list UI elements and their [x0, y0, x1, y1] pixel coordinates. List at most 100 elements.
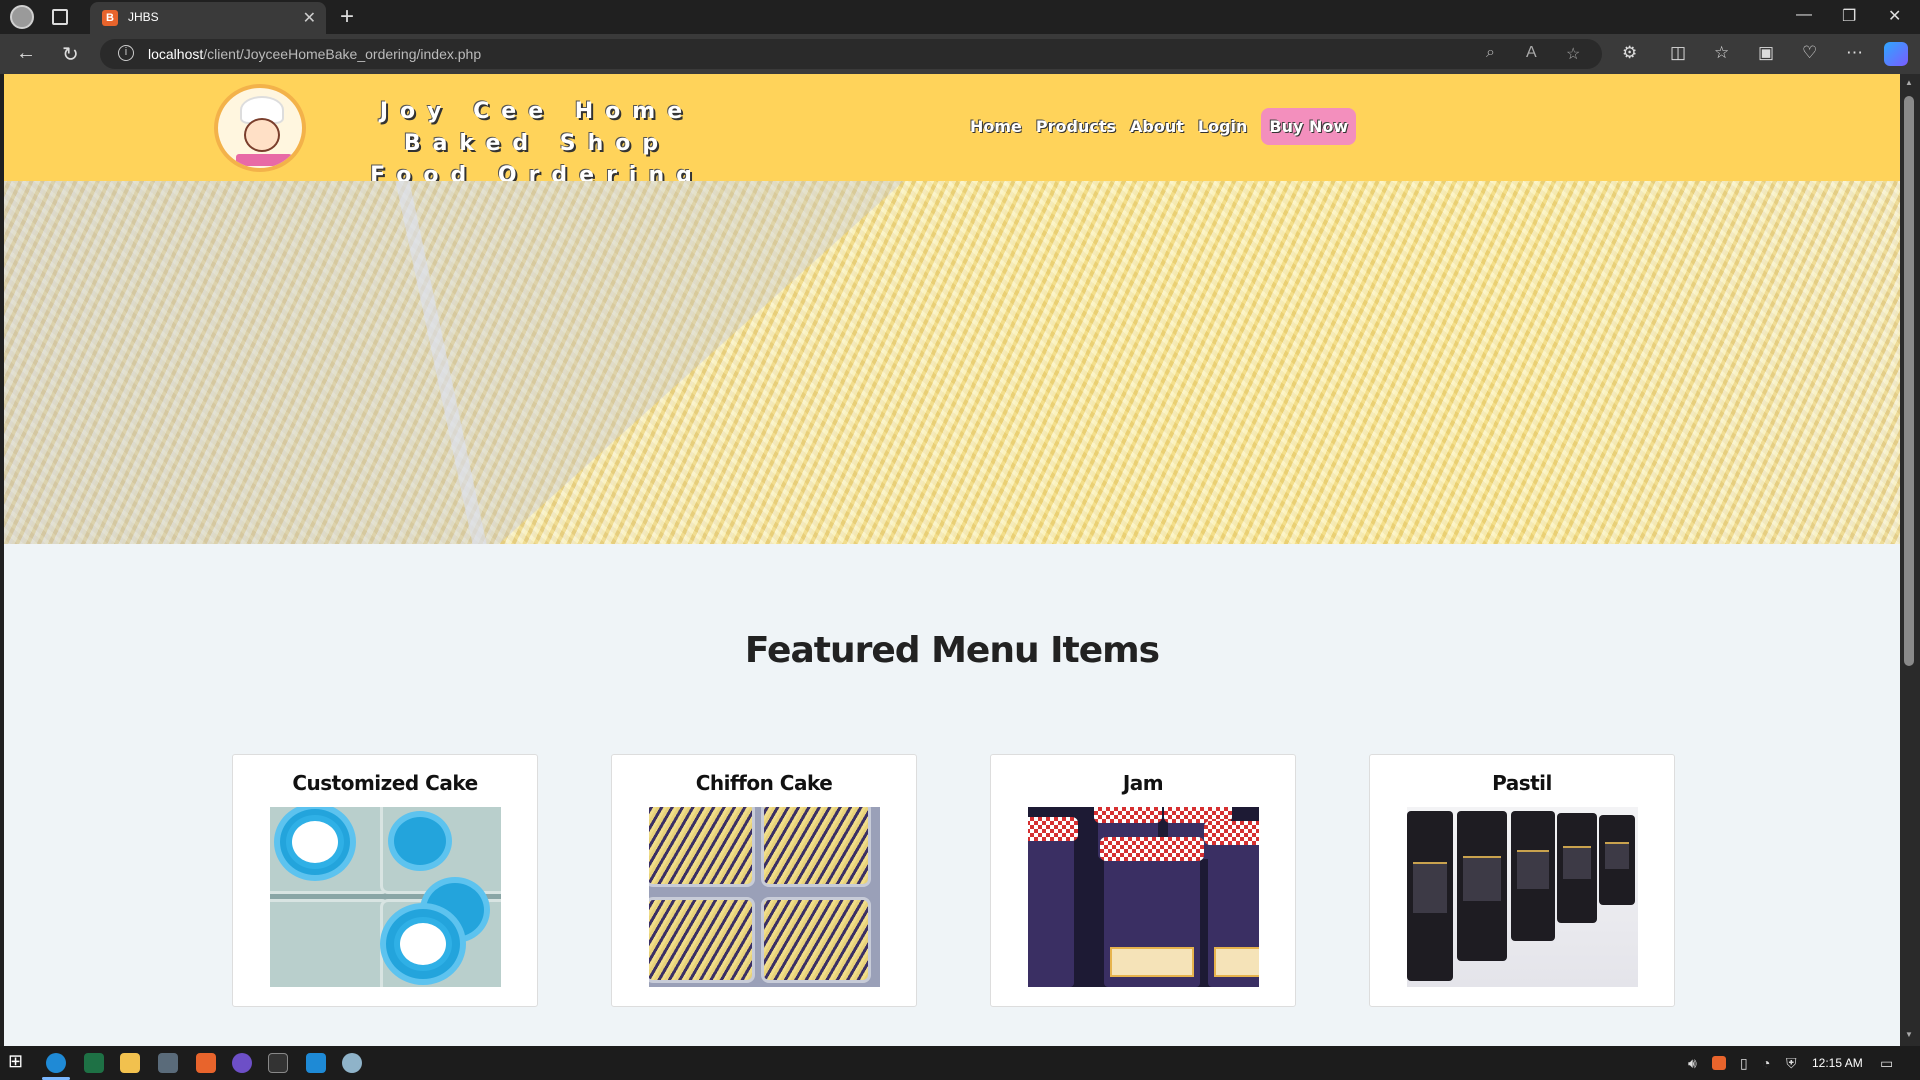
chiffon-portion-shape	[761, 807, 871, 887]
jam-image[interactable]	[1028, 807, 1259, 987]
collections-icon[interactable]: ▣	[1758, 43, 1774, 63]
browser-essentials-icon[interactable]: ♡	[1802, 43, 1817, 63]
site-header: Joy Cee Home Baked Shop Food Ordering Ho…	[4, 74, 1900, 188]
pastil-label-shape	[1413, 862, 1447, 913]
zoom-icon[interactable]: ⌕	[1486, 44, 1495, 62]
site-title: Joy Cee Home Baked Shop Food Ordering	[322, 96, 752, 192]
tab-actions-icon[interactable]	[52, 9, 68, 25]
scroll-down-icon[interactable]: ▼	[1905, 1030, 1913, 1039]
chef-face-icon	[244, 118, 280, 152]
page-viewport: Joy Cee Home Baked Shop Food Ordering Ho…	[4, 74, 1900, 1046]
window-close-icon[interactable]: ✕	[1888, 6, 1901, 26]
nav-about[interactable]: About	[1130, 117, 1184, 136]
pastil-label-shape	[1517, 850, 1549, 889]
hero-banner-image	[4, 181, 1900, 544]
menu-item-card[interactable]: Jam	[990, 754, 1296, 1007]
jar-lid-shape	[1028, 817, 1078, 841]
vscode-app-icon[interactable]	[306, 1053, 326, 1073]
pastil-jar-shape	[1599, 815, 1635, 905]
read-aloud-icon[interactable]: A	[1526, 44, 1537, 62]
chiffon-portion-shape	[649, 807, 755, 887]
new-tab-icon[interactable]: +	[340, 3, 354, 31]
file-explorer-icon[interactable]	[120, 1053, 140, 1073]
scrollbar-thumb[interactable]	[1904, 96, 1914, 666]
xampp-tray-icon[interactable]	[1712, 1056, 1726, 1070]
jam-jar-shape	[1204, 821, 1259, 987]
chiffon-portion-shape	[649, 897, 755, 983]
site-info-icon[interactable]: i	[118, 45, 134, 61]
url-path: /client/JoyceeHomeBake_ordering/index.ph…	[203, 46, 482, 62]
scroll-up-icon[interactable]: ▲	[1905, 78, 1913, 87]
featured-heading: Featured Menu Items	[744, 630, 1160, 671]
jar-label-shape	[1110, 947, 1194, 977]
minimize-icon[interactable]: —	[1796, 6, 1812, 24]
refresh-icon[interactable]: ↻	[62, 42, 79, 67]
pastil-label-shape	[1563, 846, 1591, 879]
tab-favicon-icon: B	[102, 10, 118, 26]
url-host: localhost	[148, 46, 204, 62]
pastil-jar-shape	[1511, 811, 1555, 941]
tab-title: JHBS	[128, 10, 159, 24]
menu-item-card[interactable]: Customized Cake	[232, 754, 538, 1007]
main-nav: Home Products About Login Buy Now	[970, 106, 1357, 146]
url-text: localhost/client/JoyceeHomeBake_ordering…	[148, 46, 481, 62]
chiffon-portion-shape	[761, 897, 871, 983]
customized-cake-image[interactable]	[270, 807, 501, 987]
jam-jar-shape	[1028, 817, 1078, 987]
cupcake-shape	[388, 811, 452, 871]
nav-home[interactable]: Home	[970, 117, 1022, 136]
pastil-jar-shape	[1457, 811, 1507, 961]
excel-app-icon[interactable]	[84, 1053, 104, 1073]
browser-toolbar: ← ↻ i localhost/client/JoyceeHomeBake_or…	[0, 34, 1920, 74]
favorite-star-icon[interactable]: ☆	[1566, 44, 1580, 64]
volume-icon[interactable]: 🔊︎	[1688, 1055, 1697, 1072]
logo-ribbon	[236, 154, 292, 166]
extensions-icon[interactable]: ⚙	[1622, 43, 1637, 63]
taskbar-clock[interactable]: 12:15 AM	[1812, 1056, 1863, 1070]
notification-icon[interactable]: ▭	[1880, 1055, 1893, 1072]
back-icon[interactable]: ←	[16, 42, 36, 65]
profile-avatar[interactable]	[10, 5, 34, 29]
tab-close-icon[interactable]: ✕	[303, 8, 316, 28]
app-icon[interactable]	[232, 1053, 252, 1073]
security-icon[interactable]: ⛨	[1786, 1055, 1797, 1072]
menu-item-title: Chiffon Cake	[695, 771, 833, 795]
cake-topper-shape	[286, 815, 344, 869]
cake-box-shape	[270, 899, 390, 987]
menu-item-title: Pastil	[1492, 771, 1552, 795]
hero-container-shape	[4, 181, 904, 544]
windows-start-icon[interactable]: ⊞	[8, 1051, 28, 1071]
nav-products[interactable]: Products	[1036, 117, 1116, 136]
more-menu-icon[interactable]: ⋯	[1846, 43, 1863, 63]
pastil-label-shape	[1605, 842, 1629, 869]
menu-item-card[interactable]: Pastil	[1369, 754, 1675, 1007]
jar-lid-shape	[1100, 837, 1204, 861]
site-title-line1: Joy Cee Home Baked Shop	[379, 99, 695, 156]
browser-tab-bar: B JHBS ✕ + — ❐ ✕	[0, 0, 1920, 34]
app-icon[interactable]	[342, 1053, 362, 1073]
restore-icon[interactable]: ❐	[1842, 6, 1856, 26]
xampp-app-icon[interactable]	[196, 1053, 216, 1073]
menu-item-title: Customized Cake	[292, 771, 478, 795]
menu-item-card[interactable]: Chiffon Cake	[611, 754, 917, 1007]
pastil-jar-shape	[1407, 811, 1453, 981]
copilot-icon[interactable]	[1884, 42, 1908, 66]
os-taskbar: ⊞ 🔊︎ ▯ ◔ ⛨ 12:15 AM ▭	[0, 1046, 1920, 1080]
network-icon[interactable]: ◔	[1762, 1055, 1770, 1071]
pastil-label-shape	[1463, 856, 1501, 901]
terminal-app-icon[interactable]	[268, 1053, 288, 1073]
nav-login[interactable]: Login	[1198, 117, 1248, 136]
pastil-image[interactable]	[1407, 807, 1638, 987]
pastil-jar-shape	[1557, 813, 1597, 923]
address-bar[interactable]: i localhost/client/JoyceeHomeBake_orderi…	[100, 39, 1602, 69]
jar-lid-shape	[1094, 807, 1162, 823]
shop-logo[interactable]	[214, 84, 306, 172]
browser-tab-active[interactable]: B JHBS ✕	[90, 2, 326, 34]
chiffon-cake-image[interactable]	[649, 807, 880, 987]
split-screen-icon[interactable]: ◫	[1670, 43, 1686, 63]
battery-icon[interactable]: ▯	[1740, 1055, 1748, 1072]
favorites-icon[interactable]: ☆	[1714, 43, 1729, 63]
buy-now-button[interactable]: Buy Now	[1261, 107, 1357, 145]
calculator-app-icon[interactable]	[158, 1053, 178, 1073]
edge-app-icon[interactable]	[46, 1053, 66, 1073]
